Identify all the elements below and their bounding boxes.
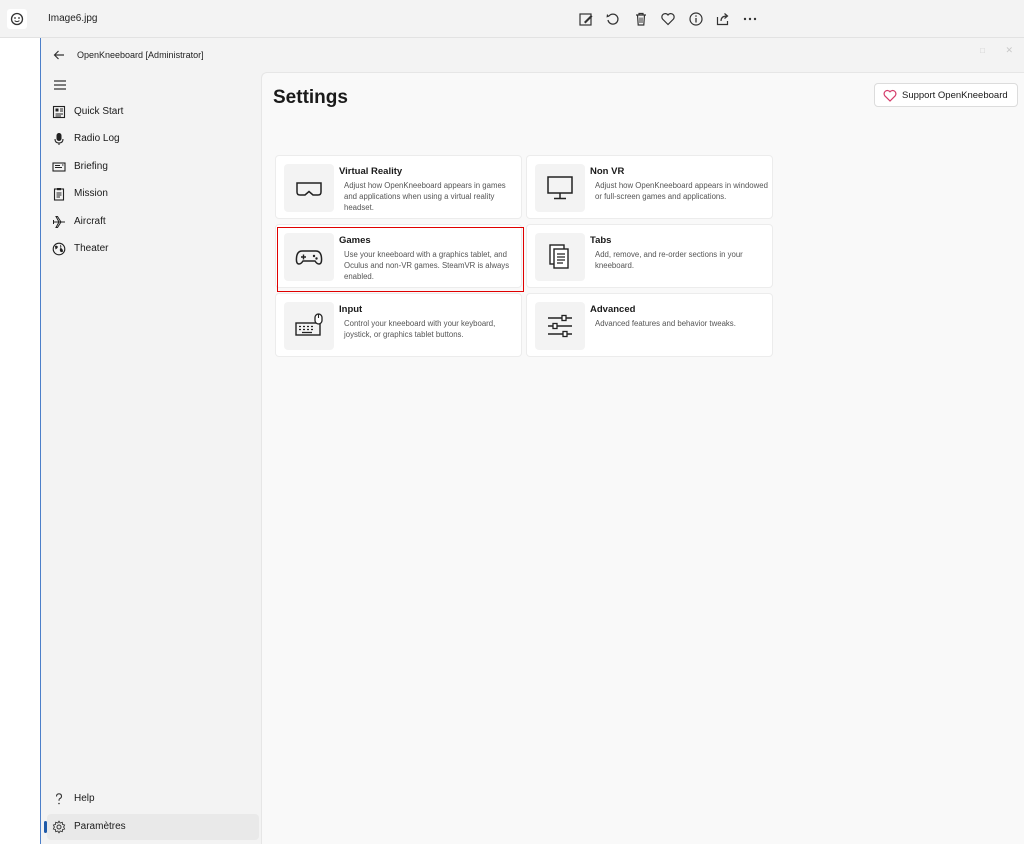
monitor-icon	[535, 164, 585, 212]
openkneeboard-window: OpenKneeboard [Administrator] □ ✕ Quick …	[40, 38, 1024, 844]
sidebar-item-briefing[interactable]: Briefing	[47, 154, 259, 180]
sidebar-item-label: Mission	[74, 188, 108, 199]
highlight-box-games	[277, 227, 524, 292]
sidebar-item-label: Paramètres	[74, 821, 126, 832]
file-name: Image6.jpg	[48, 13, 98, 24]
sidebar-item-label: Radio Log	[74, 133, 120, 144]
sidebar-item-help[interactable]: Help	[47, 786, 259, 812]
back-arrow-icon[interactable]	[52, 48, 66, 62]
photos-app-icon	[6, 8, 28, 30]
question-icon	[52, 792, 66, 806]
card-description: Control your kneeboard with your keyboar…	[344, 319, 496, 339]
selection-indicator	[44, 821, 47, 833]
sidebar-item-label: Theater	[74, 243, 109, 254]
quick-start-icon	[52, 105, 66, 119]
vr-headset-icon	[284, 164, 334, 212]
rotate-icon[interactable]	[605, 11, 621, 27]
sidebar-item-label: Quick Start	[74, 106, 124, 117]
sidebar-item-aircraft[interactable]: Aircraft	[47, 209, 259, 235]
airplane-icon	[52, 215, 66, 229]
page-title: Settings	[273, 87, 348, 108]
support-button[interactable]: Support OpenKneeboard	[874, 83, 1018, 107]
card-description: Adjust how OpenKneeboard appears in game…	[344, 181, 506, 212]
more-icon[interactable]	[742, 11, 758, 27]
keyboard-mouse-icon	[284, 302, 334, 350]
sidebar-item-quick-start[interactable]: Quick Start	[47, 99, 259, 125]
card-title: Tabs	[590, 235, 612, 246]
app-title: OpenKneeboard [Administrator]	[77, 50, 204, 60]
support-button-label: Support OpenKneeboard	[902, 90, 1008, 101]
minimize-icon[interactable]: □	[980, 46, 985, 55]
card-description: Adjust how OpenKneeboard appears in wind…	[595, 181, 768, 201]
card-description: Add, remove, and re-order sections in yo…	[595, 250, 743, 270]
documents-icon	[535, 233, 585, 281]
edit-image-icon[interactable]	[578, 11, 594, 27]
favorite-icon[interactable]	[660, 11, 676, 27]
heart-icon	[883, 89, 897, 102]
sidebar-nav: Quick Start Radio Log Briefing Mission A…	[41, 72, 261, 844]
sidebar-item-mission[interactable]: Mission	[47, 181, 259, 207]
card-non-vr[interactable]: Non VR Adjust how OpenKneeboard appears …	[526, 155, 773, 219]
info-icon[interactable]	[688, 11, 704, 27]
card-title: Virtual Reality	[339, 166, 403, 177]
card-title: Advanced	[590, 304, 636, 315]
card-virtual-reality[interactable]: Virtual Reality Adjust how OpenKneeboard…	[275, 155, 522, 219]
briefing-icon	[52, 160, 66, 174]
delete-icon[interactable]	[633, 11, 649, 27]
sidebar-item-label: Aircraft	[74, 216, 106, 227]
globe-icon	[52, 242, 66, 256]
clipboard-icon	[52, 187, 66, 201]
card-input[interactable]: Input Control your kneeboard with your k…	[275, 293, 522, 357]
sidebar-item-label: Help	[74, 793, 95, 804]
sidebar-item-radio-log[interactable]: Radio Log	[47, 126, 259, 152]
card-title: Input	[339, 304, 363, 315]
card-tabs[interactable]: Tabs Add, remove, and re-order sections …	[526, 224, 773, 288]
settings-page: Settings Support OpenKneeboard Virtual R…	[261, 72, 1024, 844]
close-icon[interactable]: ✕	[1005, 45, 1013, 56]
card-advanced[interactable]: Advanced Advanced features and behavior …	[526, 293, 773, 357]
hamburger-menu-icon[interactable]	[52, 78, 68, 92]
viewer-background	[0, 38, 40, 844]
microphone-icon	[52, 132, 66, 146]
sidebar-item-theater[interactable]: Theater	[47, 236, 259, 262]
app-title-bar: OpenKneeboard [Administrator] □ ✕	[41, 38, 1024, 72]
sidebar-item-settings[interactable]: Paramètres	[44, 814, 259, 840]
photo-viewer-toolbar: Image6.jpg	[0, 0, 1024, 38]
sidebar-item-label: Briefing	[74, 161, 108, 172]
share-icon[interactable]	[715, 11, 731, 27]
card-description: Advanced features and behavior tweaks.	[595, 319, 736, 328]
gear-icon	[52, 820, 66, 834]
card-title: Non VR	[590, 166, 625, 177]
sliders-icon	[535, 302, 585, 350]
